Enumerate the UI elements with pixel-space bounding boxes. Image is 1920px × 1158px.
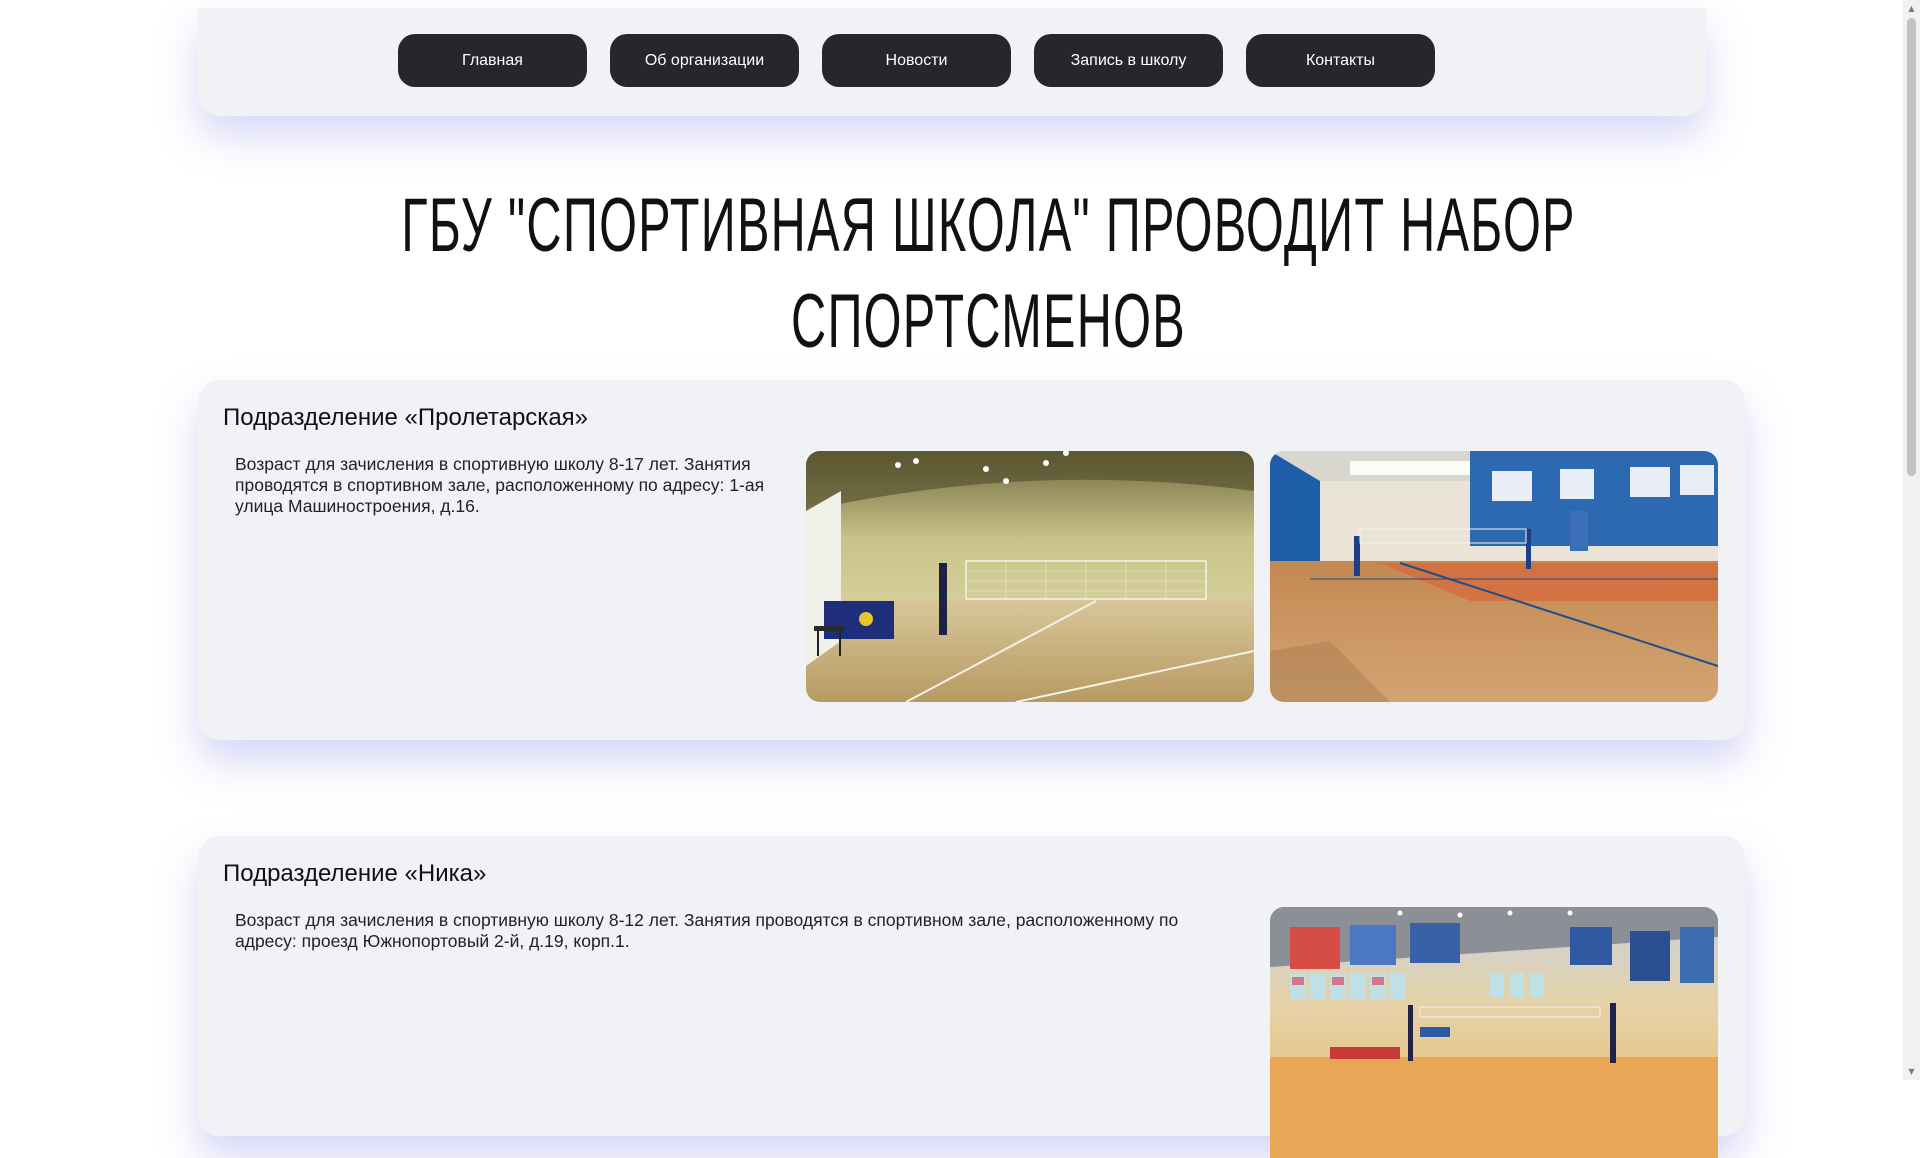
description-line: улица Машиностроения, д.16.: [235, 496, 480, 516]
section-card-proletarskaya: Подразделение «Пролетарская» Возраст для…: [198, 380, 1745, 740]
section-card-nika: Подразделение «Ника» Возраст для зачисле…: [198, 836, 1745, 1158]
section-description: Возраст для зачисления в спортивную школ…: [235, 910, 1245, 952]
description-line: проводятся в спортивном зале, расположен…: [235, 475, 765, 495]
gym-photo-nika-hall: [1270, 907, 1718, 1158]
description-line: Возраст для зачисления в спортивную школ…: [235, 910, 1179, 930]
scroll-thumb[interactable]: [1907, 18, 1916, 476]
nav-button-enrollment[interactable]: Запись в школу: [1034, 34, 1223, 87]
section-description: Возраст для зачисления в спортивную школ…: [235, 454, 795, 517]
nav-button-home[interactable]: Главная: [398, 34, 587, 87]
nav-button-about[interactable]: Об организации: [610, 34, 799, 87]
description-line: Возраст для зачисления в спортивную школ…: [235, 454, 751, 474]
section-title: Подразделение «Пролетарская»: [223, 404, 589, 431]
gym-photo-arched-hall: [806, 451, 1254, 702]
page-title: ГБУ "СПОРТИВНАЯ ШКОЛА" ПРОВОДИТ НАБОР СП…: [401, 183, 1576, 364]
nav-button-news[interactable]: Новости: [822, 34, 1011, 87]
gym-photo-blue-court: [1270, 451, 1718, 702]
scroll-down-icon[interactable]: ▼: [1903, 1063, 1920, 1080]
description-line: адресу: проезд Южнопортовый 2-й, д.19, к…: [235, 931, 630, 951]
top-navigation: Главная Об организации Новости Запись в …: [198, 8, 1706, 116]
section-title: Подразделение «Ника»: [223, 860, 487, 887]
nav-button-contacts[interactable]: Контакты: [1246, 34, 1435, 87]
scroll-up-icon[interactable]: ▲: [1903, 0, 1920, 17]
vertical-scrollbar[interactable]: ▲ ▼: [1903, 0, 1920, 1080]
